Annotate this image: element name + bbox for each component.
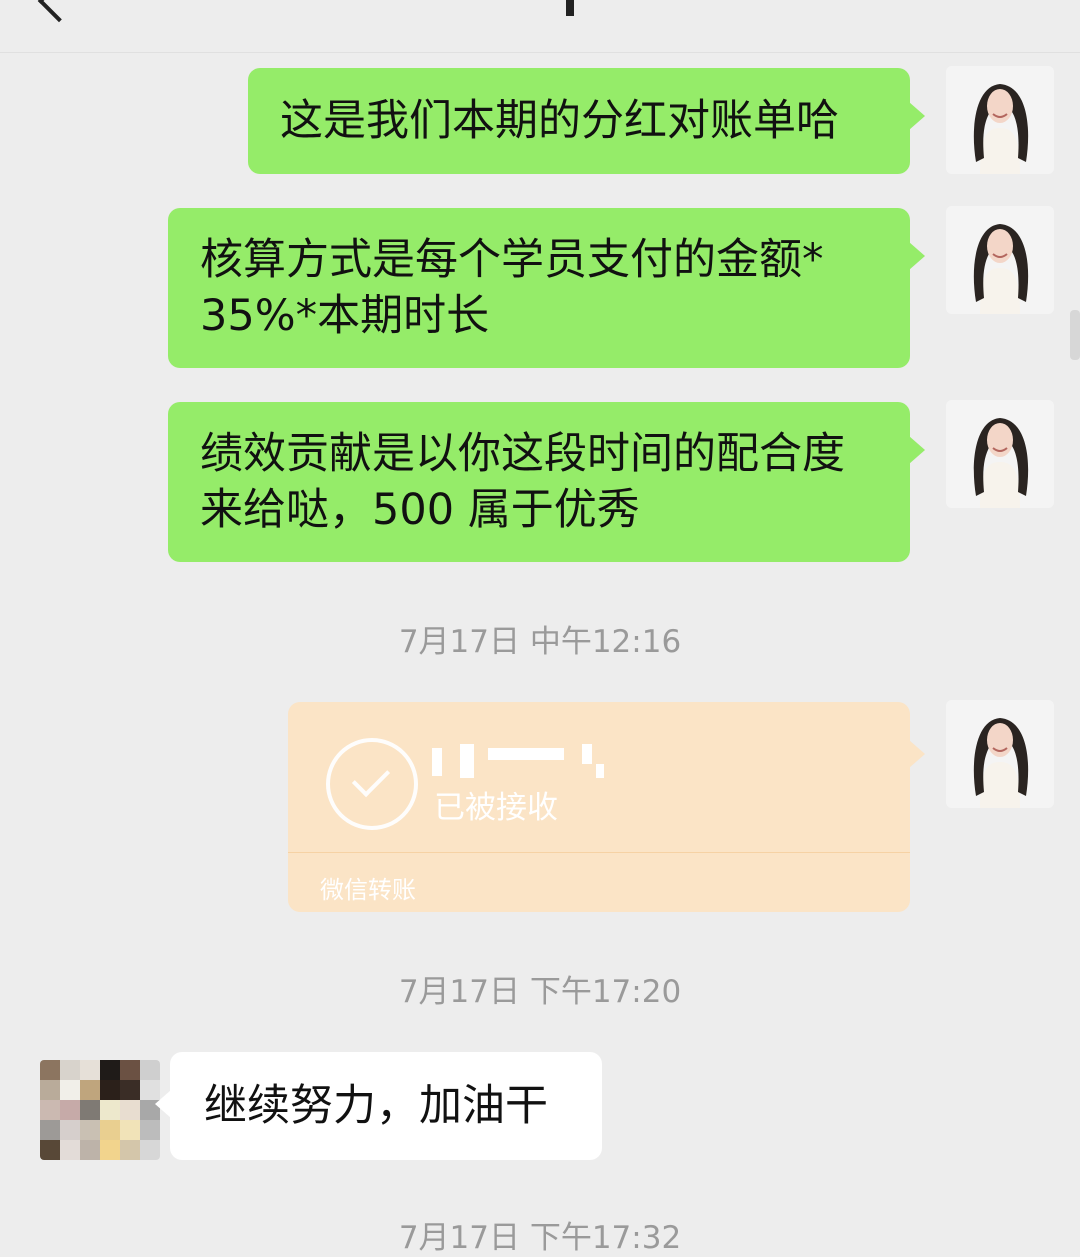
message-text-line: 来给哒，500 属于优秀 bbox=[200, 485, 640, 535]
redacted-amount bbox=[432, 744, 604, 778]
message-text-line: 35%*本期时长 bbox=[200, 291, 490, 341]
self-avatar[interactable] bbox=[946, 700, 1054, 808]
chevron-left-icon[interactable] bbox=[37, 0, 81, 23]
message-timestamp: 7月17日 下午17:32 bbox=[398, 1220, 682, 1256]
sent-message-bubble[interactable]: 这是我们本期的分红对账单哈 bbox=[248, 68, 925, 174]
message-text: 继续努力，加油干 bbox=[204, 1081, 548, 1131]
self-avatar[interactable] bbox=[946, 400, 1054, 508]
transfer-label: 微信转账 bbox=[320, 876, 416, 904]
message-text-line: 核算方式是每个学员支付的金额* bbox=[200, 235, 824, 285]
self-avatar[interactable] bbox=[946, 66, 1054, 174]
transfer-status: 已被接收 bbox=[434, 790, 558, 826]
check-circle-icon bbox=[326, 738, 418, 830]
check-mark-icon bbox=[351, 758, 391, 798]
self-avatar[interactable] bbox=[946, 206, 1054, 314]
sent-message-bubble[interactable]: 绩效贡献是以你这段时间的配合度 来给哒，500 属于优秀 bbox=[168, 402, 925, 562]
message-timestamp: 7月17日 中午12:16 bbox=[398, 624, 682, 660]
scrollbar-thumb[interactable] bbox=[1070, 310, 1080, 360]
divider bbox=[288, 852, 910, 853]
header-title-fragment bbox=[566, 0, 574, 16]
message-timestamp: 7月17日 下午17:20 bbox=[398, 974, 682, 1010]
wechat-transfer-card[interactable]: 已被接收 微信转账 bbox=[288, 702, 925, 912]
sent-message-bubble[interactable]: 核算方式是每个学员支付的金额* 35%*本期时长 bbox=[168, 208, 925, 368]
contact-avatar-pixelated[interactable] bbox=[40, 1060, 160, 1160]
message-text-line: 绩效贡献是以你这段时间的配合度 bbox=[200, 429, 845, 479]
received-message-bubble[interactable]: 继续努力，加油干 bbox=[155, 1052, 602, 1160]
message-text: 这是我们本期的分红对账单哈 bbox=[280, 96, 839, 146]
chat-header bbox=[0, 0, 1080, 53]
